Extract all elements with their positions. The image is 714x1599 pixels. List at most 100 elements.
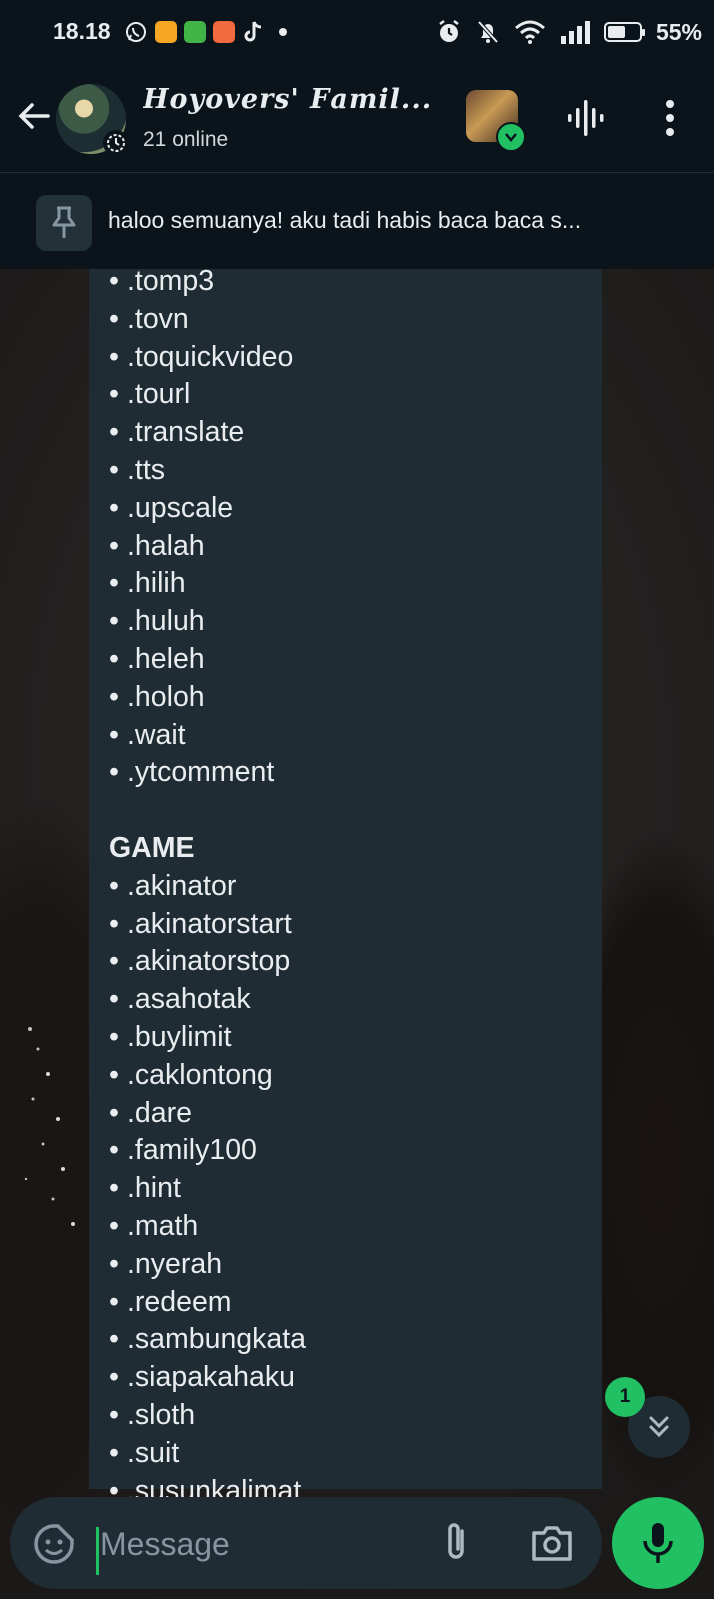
- pinned-message-bar[interactable]: haloo semuanya! aku tadi habis baca baca…: [0, 173, 714, 269]
- online-count[interactable]: 21 online: [143, 128, 228, 152]
- line-text: .akinatorstart: [127, 907, 292, 940]
- bullet: •: [109, 1172, 119, 1205]
- bullet: •: [109, 1285, 119, 1318]
- bullet: •: [109, 642, 119, 675]
- wallpaper-sparkles: [24, 1027, 75, 1226]
- line-text: .sloth: [127, 1398, 196, 1431]
- command-line: • .heleh: [109, 641, 306, 679]
- bullet: •: [109, 269, 119, 297]
- command-line: • .toquickvideo: [109, 339, 306, 377]
- command-line: • .halah: [109, 528, 306, 566]
- more-notifications-dot: [279, 28, 287, 36]
- bullet: •: [109, 756, 119, 789]
- line-text: .huluh: [127, 605, 205, 638]
- bullet: •: [109, 1209, 119, 1242]
- command-line: • .nyerah: [109, 1246, 306, 1284]
- line-text: .math: [127, 1209, 199, 1242]
- bullet: •: [109, 302, 119, 335]
- command-line: • .tovn: [109, 301, 306, 339]
- bullet: •: [109, 605, 119, 638]
- command-line: • .huluh: [109, 603, 306, 641]
- more-options-icon[interactable]: [660, 98, 680, 138]
- tokopedia-icon: [184, 21, 206, 43]
- bullet: •: [109, 907, 119, 940]
- line-text: .tourl: [127, 378, 191, 411]
- command-line: • .akinatorstop: [109, 943, 306, 981]
- line-text: .hint: [127, 1172, 181, 1205]
- command-line: • .buylimit: [109, 1019, 306, 1057]
- command-line: • .suit: [109, 1435, 306, 1473]
- bullet: •: [109, 453, 119, 486]
- bullet: •: [109, 718, 119, 751]
- bullet: •: [109, 1361, 119, 1394]
- bullet: •: [109, 529, 119, 562]
- message-composer: [10, 1497, 602, 1589]
- notification-icons: [124, 18, 287, 46]
- voice-message-button[interactable]: [612, 1497, 704, 1589]
- pin-icon: [36, 195, 92, 251]
- line-text: .sambungkata: [127, 1323, 307, 1356]
- whatsapp-icon: [126, 22, 146, 42]
- command-line: • .ytcomment: [109, 754, 306, 792]
- command-line: • .akinator: [109, 868, 306, 906]
- line-text: .buylimit: [127, 1020, 232, 1053]
- bell-off-icon: [477, 20, 499, 44]
- double-chevron-down-icon: [649, 1416, 669, 1438]
- command-line: • .sambungkata: [109, 1321, 306, 1359]
- bullet: •: [109, 945, 119, 978]
- bullet: •: [109, 567, 119, 600]
- unread-badge: 1: [605, 1377, 645, 1417]
- line-text: .caklontong: [127, 1058, 273, 1091]
- command-line: • .redeem: [109, 1284, 306, 1322]
- bullet: •: [109, 378, 119, 411]
- pinned-message-text[interactable]: haloo semuanya! aku tadi habis baca baca…: [108, 207, 693, 234]
- line-text: .akinatorstop: [127, 945, 291, 978]
- bullet: •: [109, 416, 119, 449]
- line-text: .dare: [127, 1096, 192, 1129]
- chat-title[interactable]: 𝑯oyovers' 𝑭amil...: [143, 84, 443, 115]
- bullet: •: [109, 1323, 119, 1356]
- command-line: • .asahotak: [109, 981, 306, 1019]
- line-text: .ytcomment: [127, 756, 275, 789]
- command-line: • .hint: [109, 1170, 306, 1208]
- line-text: .halah: [127, 529, 205, 562]
- status-time: 18.18: [53, 18, 111, 44]
- signal-icon: [560, 21, 590, 44]
- bullet: •: [109, 1247, 119, 1280]
- line-text: .toquickvideo: [127, 340, 294, 373]
- command-line: • .akinatorstart: [109, 906, 306, 944]
- chat-header: 𝑯oyovers' 𝑭amil... 21 online: [0, 66, 714, 173]
- line-text: .akinator: [127, 869, 237, 902]
- tiktok-icon: [244, 21, 262, 42]
- check-badge-icon: [496, 122, 526, 152]
- bullet: •: [109, 1398, 119, 1431]
- status-bar: 18.18 55%: [0, 0, 714, 66]
- message-text: • .tomp3 • .tovn • .toquickvideo • .tourl • .tran…: [109, 269, 306, 1510]
- line-text: .tovn: [127, 302, 189, 335]
- wifi-icon: [514, 20, 545, 44]
- paperclip-icon[interactable]: [438, 1519, 474, 1567]
- voice-chat-icon[interactable]: [566, 96, 610, 140]
- line-text: .asahotak: [127, 983, 251, 1016]
- message-input[interactable]: [98, 1521, 422, 1567]
- line-text: .tomp3: [127, 269, 215, 297]
- alarm-icon: [439, 20, 459, 42]
- line-text: .suit: [127, 1436, 180, 1469]
- camera-icon[interactable]: [530, 1523, 574, 1563]
- line-text: .hilih: [127, 567, 186, 600]
- sticker-icon[interactable]: [32, 1522, 76, 1566]
- game-app-icon: [213, 21, 235, 43]
- line-text: .holoh: [127, 680, 205, 713]
- command-line: • .family100: [109, 1132, 306, 1170]
- bullet: •: [109, 491, 119, 524]
- line-text: .redeem: [127, 1285, 232, 1318]
- bullet: •: [109, 869, 119, 902]
- bullet: •: [109, 983, 119, 1016]
- message-bubble[interactable]: • .tomp3 • .tovn • .toquickvideo • .tourl • .tran…: [89, 269, 602, 1507]
- back-arrow-icon[interactable]: [14, 96, 54, 136]
- line-text: .siapakahaku: [127, 1361, 295, 1394]
- microphone-icon: [643, 1523, 673, 1563]
- bullet: •: [109, 1436, 119, 1469]
- bullet: •: [109, 680, 119, 713]
- message-section-heading: GAME: [109, 830, 306, 868]
